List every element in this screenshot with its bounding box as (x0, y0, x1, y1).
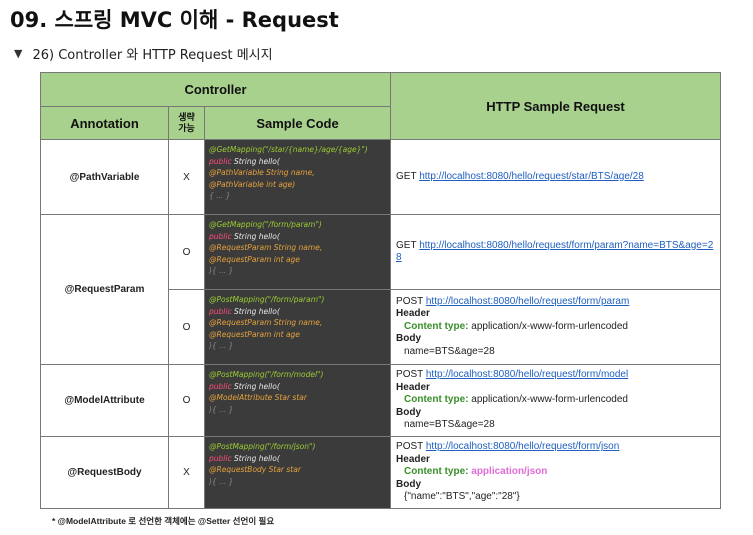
http-method: GET (396, 239, 417, 251)
table-row: @PathVariable X @GetMapping("/star/{name… (40, 139, 722, 215)
omittable-cell: O (168, 289, 205, 365)
code-line: public String hello( (209, 231, 280, 241)
header-controller: Controller (39, 72, 392, 107)
omittable-cell: X (168, 139, 205, 215)
header-omittable: 생략 가능 (168, 106, 205, 140)
http-method: POST (396, 369, 424, 381)
code-line: @RequestBody Star star (209, 465, 301, 474)
content-type-label: Content type: (404, 394, 469, 406)
code-line: @GetMapping("/form/param") (209, 220, 322, 229)
request-url-link[interactable]: http://localhost:8080/hello/request/form… (426, 441, 619, 452)
content-type-value: application/x-www-form-urlencoded (471, 394, 628, 406)
code-line: @ModelAttribute Star star (209, 393, 307, 402)
code-line: @PostMapping("/form/param") (209, 295, 325, 304)
http-sample-cell: POST http://localhost:8080/hello/request… (390, 289, 722, 365)
request-table: Controller HTTP Sample Request Annotatio… (39, 72, 722, 509)
http-sample-cell: POST http://localhost:8080/hello/request… (390, 436, 722, 509)
page-title: 09. 스프링 MVC 이해 - Request (10, 8, 339, 32)
code-line-rest: String hello( (233, 156, 280, 166)
code-line: @PathVariable String name, (209, 168, 315, 177)
triangle-down-icon[interactable]: ▼ (14, 47, 22, 60)
body-label: Body (396, 333, 422, 345)
http-sample-cell: GET http://localhost:8080/hello/request/… (390, 139, 722, 215)
section-toggle[interactable]: ▼ 26) Controller 와 HTTP Request 메시지 (14, 44, 273, 63)
sample-code-cell: @PostMapping("/form/json") public String… (203, 436, 392, 509)
annotation-cell: @PathVariable (40, 139, 169, 215)
omittable-cell: X (168, 436, 205, 509)
annotation-cell: @ModelAttribute (40, 364, 169, 437)
code-line: @RequestParam String name, (209, 243, 323, 252)
code-line: ){ ... } (209, 404, 234, 414)
content-type-line: Content type: application/x-www-form-url… (396, 321, 715, 334)
omittable-cell: O (168, 214, 205, 290)
table-row: @RequestBody X @PostMapping("/form/json"… (40, 436, 722, 509)
request-line: POST http://localhost:8080/hello/request… (396, 296, 715, 309)
http-method: GET (396, 170, 417, 182)
code-line: public String hello( (209, 453, 280, 463)
body-label: Body (396, 478, 422, 490)
code-line: ){ ... } (209, 341, 234, 350)
code-line: @RequestParam int age (209, 254, 300, 264)
code-line: ){ ... } (209, 476, 234, 486)
sample-code-cell: @PostMapping("/form/model") public Strin… (203, 364, 392, 437)
content-type-value: application/json (471, 466, 548, 478)
header-label: Header (396, 381, 430, 393)
code-line: @PostMapping("/form/model") (209, 370, 324, 379)
code-line: @RequestParam String name, (209, 318, 323, 327)
table-row: @ModelAttribute O @PostMapping("/form/mo… (40, 364, 722, 437)
annotation-cell: @RequestBody (40, 436, 169, 509)
content-type-label: Content type: (404, 466, 469, 478)
footnote: * @ModelAttribute 로 선언한 객체에는 @Setter 선언이… (52, 516, 275, 526)
code-line: @GetMapping("/star/{name}/age/{age}") (209, 145, 368, 154)
header-label: Header (396, 453, 430, 465)
header-http-sample-request: HTTP Sample Request (390, 72, 722, 140)
request-url-link[interactable]: http://localhost:8080/hello/request/form… (426, 296, 629, 307)
sample-code-cell: @GetMapping("/form/param") public String… (203, 214, 392, 290)
body-label: Body (396, 406, 422, 418)
section-label: 26) Controller 와 HTTP Request 메시지 (32, 48, 273, 63)
code-line: @PostMapping("/form/json") (209, 442, 316, 451)
http-sample-cell: POST http://localhost:8080/hello/request… (390, 364, 722, 437)
code-line: { ... } (209, 191, 231, 200)
http-sample-cell: GET http://localhost:8080/hello/request/… (390, 214, 722, 290)
request-url-link[interactable]: http://localhost:8080/hello/request/star… (419, 171, 644, 182)
table-row: @RequestParam O @GetMapping("/form/param… (40, 214, 722, 365)
content-type-line: Content type: application/x-www-form-url… (396, 394, 715, 407)
http-method: POST (396, 441, 424, 453)
header-omittable-line2: 가능 (178, 123, 195, 133)
code-line: ){ ... } (209, 266, 234, 275)
body-value: {"name":"BTS","age":"28"} (404, 491, 520, 503)
header-label: Header (396, 308, 430, 320)
content-type-line: Content type: application/json (396, 466, 715, 479)
body-value: name=BTS&age=28 (404, 345, 495, 357)
code-line: public String hello( (209, 156, 280, 166)
omittable-cell: O (168, 364, 205, 437)
request-url-link[interactable]: http://localhost:8080/hello/request/form… (426, 369, 628, 380)
body-value: name=BTS&age=28 (404, 419, 495, 431)
code-line: public String hello( (209, 381, 280, 391)
request-line: POST http://localhost:8080/hello/request… (396, 441, 715, 454)
code-line: public String hello( (209, 306, 280, 316)
content-type-value: application/x-www-form-urlencoded (471, 320, 628, 332)
request-line: POST http://localhost:8080/hello/request… (396, 369, 715, 382)
annotation-cell: @RequestParam (40, 214, 169, 365)
code-line: @RequestParam int age (209, 329, 300, 339)
code-line: @PathVariable int age) (209, 179, 296, 189)
sample-code-cell: @GetMapping("/star/{name}/age/{age}") pu… (203, 139, 392, 215)
content-type-label: Content type: (404, 320, 469, 332)
header-annotation: Annotation (40, 106, 169, 140)
header-omittable-line1: 생략 (178, 112, 195, 122)
http-method: POST (396, 295, 424, 307)
request-url-link[interactable]: http://localhost:8080/hello/request/form… (396, 240, 713, 264)
sample-code-cell: @PostMapping("/form/param") public Strin… (203, 289, 392, 365)
header-sample-code: Sample Code (203, 106, 392, 140)
